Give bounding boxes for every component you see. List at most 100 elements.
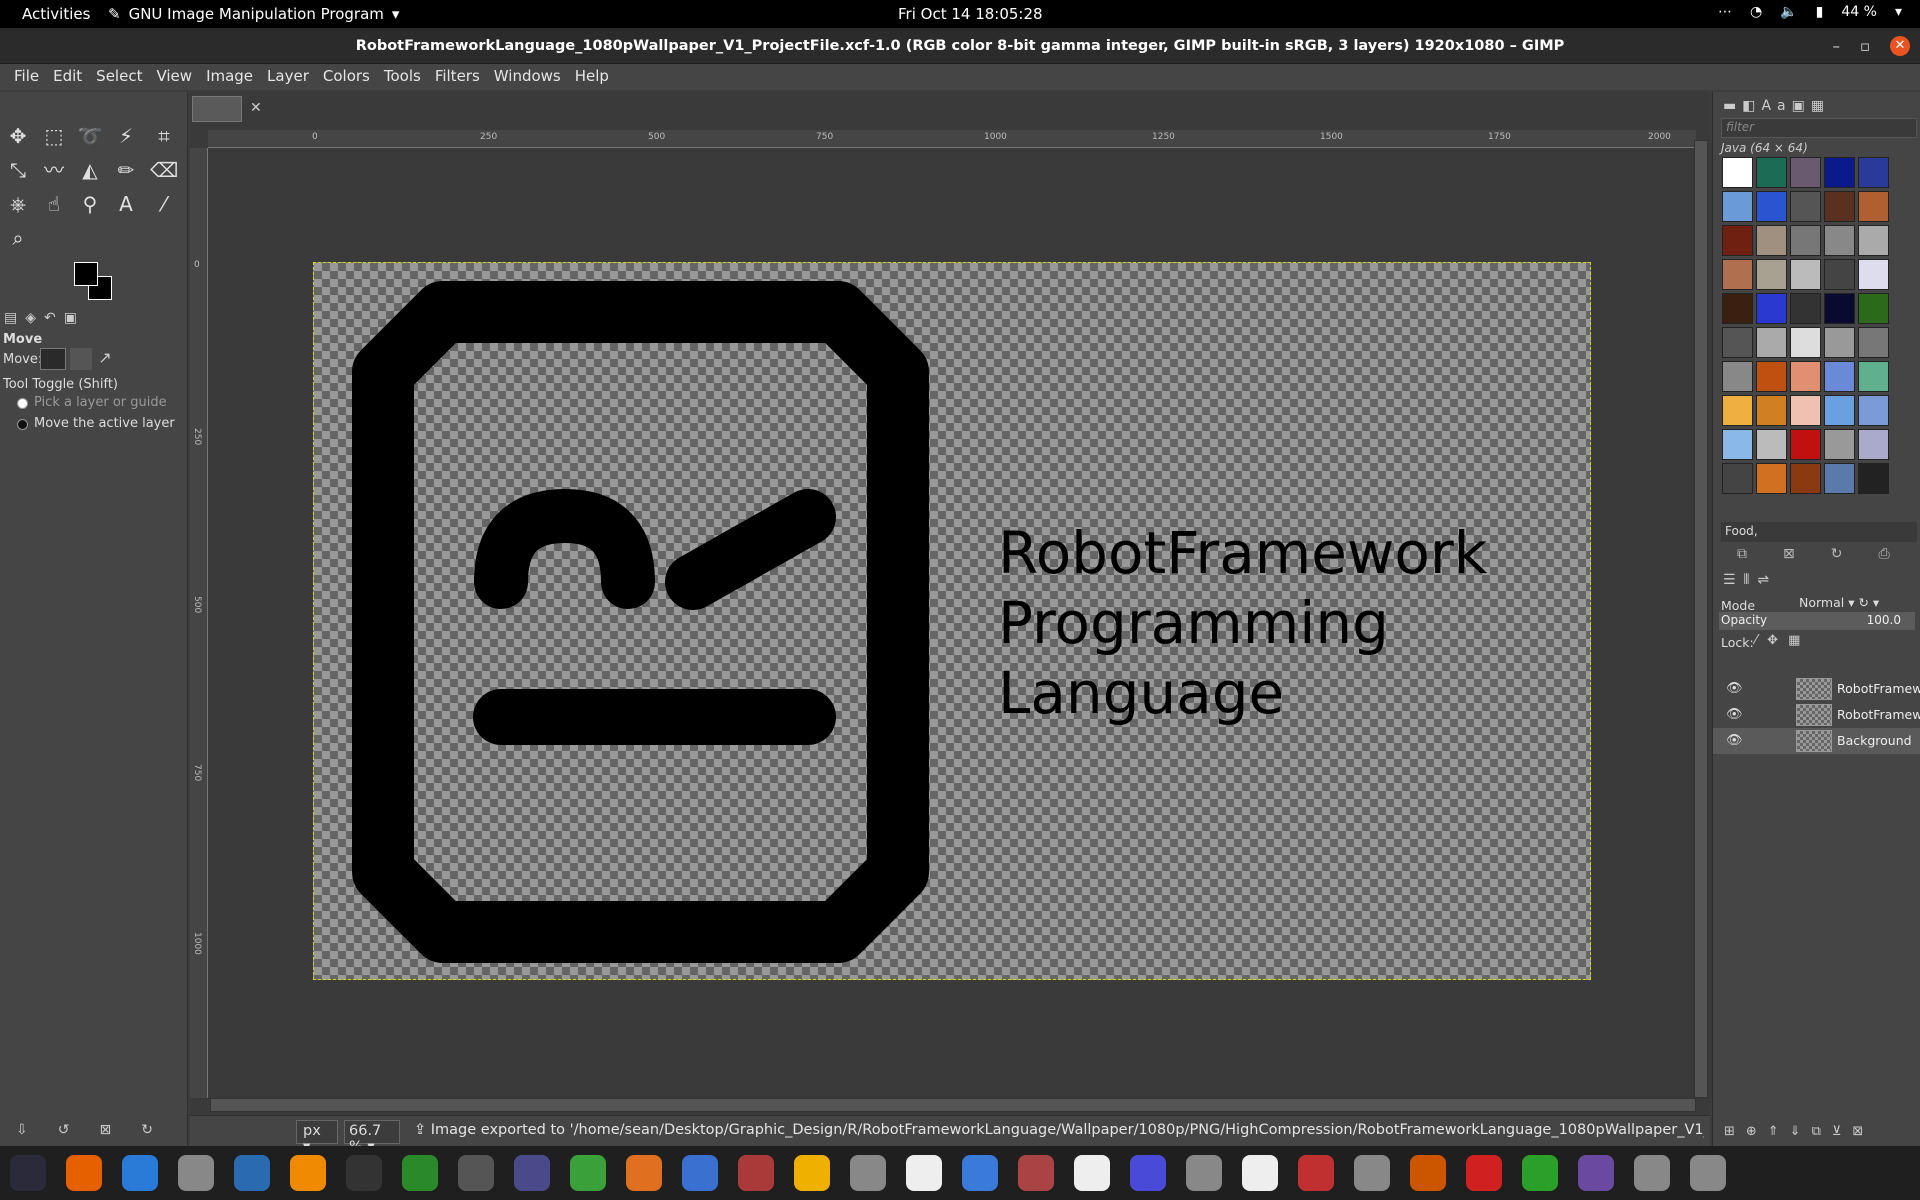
pattern-swatch[interactable]	[1756, 463, 1787, 494]
app-menu[interactable]: ✎ GNU Image Manipulation Program ▾	[108, 5, 399, 23]
pattern-swatch[interactable]	[1824, 327, 1855, 358]
layer-row-selected[interactable]: 👁 Background	[1713, 728, 1920, 754]
pattern-swatch[interactable]	[1790, 293, 1821, 324]
eye-icon[interactable]: 👁	[1726, 707, 1743, 722]
pattern-swatch[interactable]	[1756, 327, 1787, 358]
move-path-mode-button[interactable]: ↗	[94, 348, 116, 370]
taskbar-app-icon[interactable]	[392, 1146, 448, 1200]
zoom-tool-icon[interactable]: ⌕	[4, 224, 32, 252]
maximize-button[interactable]: ▫	[1860, 28, 1870, 64]
menu-colors[interactable]: Colors	[316, 64, 377, 90]
lock-buttons[interactable]: ⁄✥▦	[1755, 633, 1810, 648]
eraser-icon[interactable]: ⌫	[150, 156, 178, 184]
taskbar-app-icon[interactable]	[728, 1146, 784, 1200]
pattern-swatch[interactable]	[1756, 191, 1787, 222]
taskbar-app-icon[interactable]	[1624, 1146, 1680, 1200]
pattern-swatch[interactable]	[1790, 191, 1821, 222]
taskbar-app-icon[interactable]	[896, 1146, 952, 1200]
taskbar-app-icon[interactable]	[784, 1146, 840, 1200]
pattern-swatch[interactable]	[1858, 361, 1889, 392]
taskbar-app-icon[interactable]	[1568, 1146, 1624, 1200]
lasso-tool-icon[interactable]: ➰	[76, 122, 104, 150]
taskbar-app-icon[interactable]	[224, 1146, 280, 1200]
pattern-swatch[interactable]	[1722, 361, 1753, 392]
taskbar-app-icon[interactable]	[1064, 1146, 1120, 1200]
patterns-grid[interactable]	[1722, 157, 1892, 527]
tool-options-tabs[interactable]: ▤◈↶▣	[4, 310, 85, 326]
pattern-swatch[interactable]	[1790, 225, 1821, 256]
pattern-swatch[interactable]	[1824, 259, 1855, 290]
toolbox-bottom-buttons[interactable]: ⇩↺⊠↻	[16, 1122, 183, 1138]
menu-layer[interactable]: Layer	[260, 64, 316, 90]
smudge-tool-icon[interactable]: ☝	[40, 190, 68, 218]
eye-icon[interactable]: 👁	[1726, 733, 1743, 748]
text-tool-icon[interactable]: A	[112, 190, 140, 218]
taskbar-app-icon[interactable]	[1680, 1146, 1736, 1200]
menu-view[interactable]: View	[149, 64, 199, 90]
pattern-swatch[interactable]	[1858, 225, 1889, 256]
layer-action-buttons[interactable]: ⊞⊕⇑⇓⧉⊻⊠	[1724, 1124, 1874, 1139]
paths-tool-icon[interactable]: ⚲	[76, 190, 104, 218]
bucket-fill-icon[interactable]: ◭	[76, 156, 104, 184]
eye-icon[interactable]: 👁	[1726, 681, 1743, 696]
pattern-swatch[interactable]	[1756, 361, 1787, 392]
pattern-swatch[interactable]	[1824, 429, 1855, 460]
pattern-swatch[interactable]	[1722, 327, 1753, 358]
close-button[interactable]: ✕	[1890, 36, 1910, 56]
pattern-swatch[interactable]	[1722, 157, 1753, 188]
pattern-swatch[interactable]	[1858, 259, 1889, 290]
taskbar-app-icon[interactable]	[1232, 1146, 1288, 1200]
horizontal-scrollbar[interactable]	[210, 1098, 1696, 1112]
pattern-filter-input[interactable]: filter	[1721, 118, 1917, 138]
mode-select[interactable]: Normal ▾ ↻ ▾	[1799, 595, 1879, 610]
layer-row[interactable]: 👁 RobotFramew	[1713, 676, 1920, 702]
pattern-swatch[interactable]	[1790, 327, 1821, 358]
taskbar-app-icon[interactable]	[1008, 1146, 1064, 1200]
overflow-icon[interactable]: ⋯	[1718, 4, 1732, 20]
pattern-swatch[interactable]	[1858, 157, 1889, 188]
pattern-swatch[interactable]	[1858, 327, 1889, 358]
pattern-swatch[interactable]	[1858, 429, 1889, 460]
move-tool-icon[interactable]: ✥	[4, 122, 32, 150]
pattern-swatch[interactable]	[1756, 259, 1787, 290]
taskbar-app-icon[interactable]	[1288, 1146, 1344, 1200]
menu-help[interactable]: Help	[568, 64, 616, 90]
pattern-swatch[interactable]	[1790, 463, 1821, 494]
pattern-swatch[interactable]	[1722, 395, 1753, 426]
foreground-color-swatch[interactable]	[74, 262, 98, 286]
zoom-select[interactable]: 66.7 % ▾	[344, 1120, 400, 1155]
pattern-swatch[interactable]	[1858, 463, 1889, 494]
taskbar-app-icon[interactable]	[1456, 1146, 1512, 1200]
unit-select[interactable]: px ▾	[296, 1120, 338, 1155]
pattern-swatch[interactable]	[1824, 157, 1855, 188]
taskbar-app-icon[interactable]	[168, 1146, 224, 1200]
fuzzy-select-tool-icon[interactable]: ⚡	[112, 122, 140, 150]
pattern-swatch[interactable]	[1824, 225, 1855, 256]
pattern-swatch[interactable]	[1722, 225, 1753, 256]
taskbar-app-icon[interactable]	[336, 1146, 392, 1200]
layers-dock-tabs[interactable]: ☰⫴⇌	[1723, 572, 1777, 588]
rect-select-tool-icon[interactable]: ⬚	[40, 122, 68, 150]
clone-tool-icon[interactable]: ⎈	[4, 190, 32, 218]
layer-actions[interactable]: ⊞⊕⇑⇓⧉⊻⊠	[1712, 1120, 1920, 1146]
warp-tool-icon[interactable]: 〰	[40, 156, 68, 184]
taskbar-app-icon[interactable]	[280, 1146, 336, 1200]
taskbar-app-icon[interactable]	[1512, 1146, 1568, 1200]
taskbar-app-icon[interactable]	[0, 1146, 56, 1200]
move-selection-mode-button[interactable]	[70, 348, 92, 370]
taskbar-app-icon[interactable]	[1120, 1146, 1176, 1200]
pattern-swatch[interactable]	[1858, 191, 1889, 222]
layer-row[interactable]: 👁 RobotFramew	[1713, 702, 1920, 728]
taskbar-app-icon[interactable]	[1176, 1146, 1232, 1200]
taskbar-app-icon[interactable]	[448, 1146, 504, 1200]
taskbar-app-icon[interactable]	[672, 1146, 728, 1200]
taskbar-app-icon[interactable]	[616, 1146, 672, 1200]
pattern-swatch[interactable]	[1790, 157, 1821, 188]
pattern-swatch[interactable]	[1858, 395, 1889, 426]
taskbar-app-icon[interactable]	[1344, 1146, 1400, 1200]
patterns-dock-tabs[interactable]: ▬◧Aa▣▦	[1723, 98, 1830, 114]
pattern-swatch[interactable]	[1722, 463, 1753, 494]
taskbar-app-icon[interactable]	[840, 1146, 896, 1200]
pattern-swatch[interactable]	[1756, 225, 1787, 256]
pick-layer-radio[interactable]	[17, 398, 28, 409]
